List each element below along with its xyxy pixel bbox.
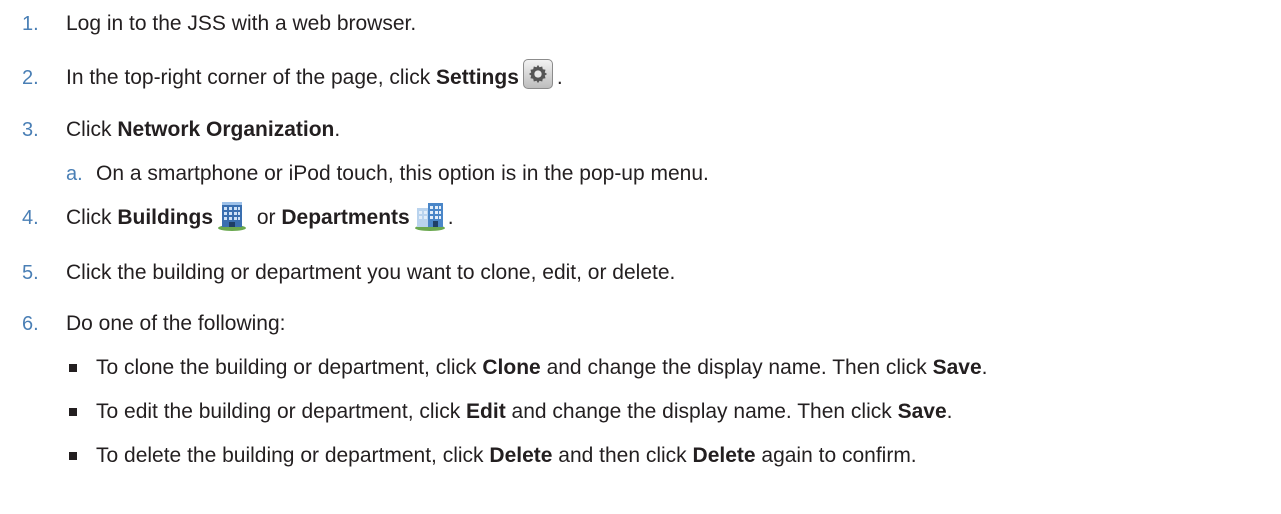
step-text-mid: or xyxy=(251,206,282,229)
gear-icon xyxy=(522,59,553,89)
sub-step-text: On a smartphone or iPod touch, this opti… xyxy=(96,162,709,185)
step-number: 3. xyxy=(22,118,39,141)
step-text: Click Network Organization . xyxy=(66,118,340,142)
bullet-marker xyxy=(69,408,77,416)
bullet-text: To clone the building or department, cli… xyxy=(96,356,987,380)
bullet-marker xyxy=(69,364,77,372)
department-building-icon xyxy=(414,199,445,231)
save-label: Save xyxy=(932,356,982,379)
bullet-marker xyxy=(69,452,77,460)
bullet-text-post: . xyxy=(946,400,953,423)
sub-step-letter: a. xyxy=(66,162,83,185)
departments-label: Departments xyxy=(281,206,410,229)
step-text-post: . xyxy=(334,118,341,141)
step-number: 2. xyxy=(22,66,39,89)
bullet-text-pre: To delete the building or department, cl… xyxy=(96,444,490,467)
network-organization-label: Network Organization xyxy=(117,118,335,141)
step-number: 5. xyxy=(22,261,39,284)
bullet-text: To delete the building or department, cl… xyxy=(96,444,917,468)
step-text: Click Buildings or Departments . xyxy=(66,202,454,234)
bullet-text: To edit the building or department, clic… xyxy=(96,400,952,424)
step-text-post: . xyxy=(556,66,563,89)
instructions-document: 1. Log in to the JSS with a web browser.… xyxy=(0,0,1281,514)
save-label: Save xyxy=(897,400,947,423)
step-text: In the top-right corner of the page, cli… xyxy=(66,59,563,93)
bullet-text-pre: To clone the building or department, cli… xyxy=(96,356,483,379)
building-icon xyxy=(217,199,247,231)
step-text-pre: Click xyxy=(66,206,118,229)
step-number: 1. xyxy=(22,12,39,35)
step-number: 6. xyxy=(22,312,39,335)
bullet-text-post: . xyxy=(981,356,988,379)
step-text-post: . xyxy=(447,206,454,229)
buildings-label: Buildings xyxy=(117,206,214,229)
delete-label: Delete xyxy=(489,444,553,467)
step-number: 4. xyxy=(22,206,39,229)
step-text-pre: Click xyxy=(66,118,118,141)
bullet-text-mid: and then click xyxy=(552,444,693,467)
bullet-text-mid: and change the display name. Then click xyxy=(540,356,933,379)
step-text: Do one of the following: xyxy=(66,312,286,335)
edit-label: Edit xyxy=(466,400,506,423)
bullet-text-mid: and change the display name. Then click xyxy=(505,400,898,423)
step-text-pre: In the top-right corner of the page, cli… xyxy=(66,66,437,89)
delete-confirm-label: Delete xyxy=(692,444,756,467)
step-text: Log in to the JSS with a web browser. xyxy=(66,12,417,35)
bullet-text-pre: To edit the building or department, clic… xyxy=(96,400,467,423)
settings-label: Settings xyxy=(436,66,519,89)
bullet-text-post: again to confirm. xyxy=(755,444,917,467)
step-text: Click the building or department you wan… xyxy=(66,261,676,284)
clone-label: Clone xyxy=(482,356,541,379)
